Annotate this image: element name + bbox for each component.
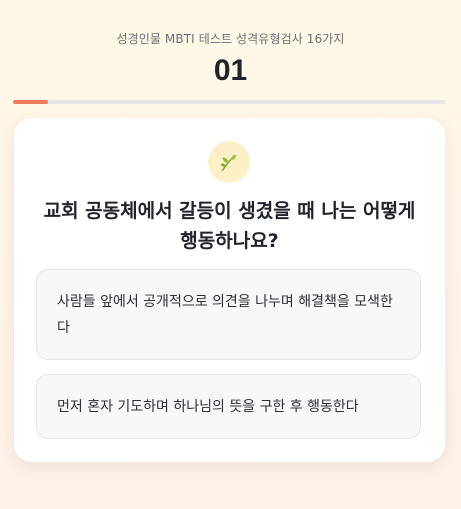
- progress-fill: [13, 100, 48, 104]
- question-text: 교회 공동체에서 갈등이 생겼을 때 나는 어떻게 행동하나요?: [43, 200, 416, 252]
- answer-option-2[interactable]: 먼저 혼자 기도하며 하나님의 뜻을 구한 후 행동한다: [36, 374, 421, 439]
- progress-bar: [13, 100, 446, 104]
- answer-option-label: 사람들 앞에서 공개적으로 의견을 나누며 해결책을 모색한다: [57, 293, 393, 336]
- leaf-badge: [208, 141, 250, 183]
- answer-option-label: 먼저 혼자 기도하며 하나님의 뜻을 구한 후 행동한다: [57, 398, 359, 415]
- leaf-icon: [220, 154, 237, 171]
- answer-option-1[interactable]: 사람들 앞에서 공개적으로 의견을 나누며 해결책을 모색한다: [36, 269, 421, 360]
- question-number: 01: [213, 54, 248, 87]
- question-card: 교회 공동체에서 갈등이 생겼을 때 나는 어떻게 행동하나요? 사람들 앞에서…: [14, 118, 445, 462]
- test-subtitle: 성경인물 MBTI 테스트 성격유형검사 16가지: [116, 32, 345, 46]
